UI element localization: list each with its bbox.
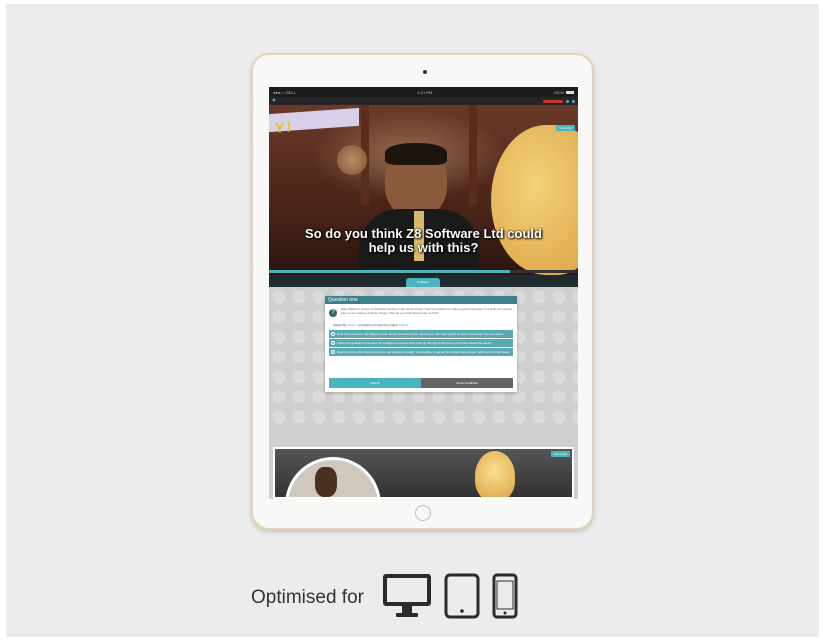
heart-icon[interactable]: ♥ xyxy=(272,98,276,104)
settings-icon[interactable] xyxy=(572,99,575,103)
subtitle-line-2: help us with this? xyxy=(368,240,479,255)
question-body: ? After William's review of Novanta's Ar… xyxy=(325,304,517,360)
battery-icon xyxy=(566,90,574,94)
page-panel: ●●●○○ BELL 4:21 PM 100% ♥ Y! Transcript … xyxy=(6,4,819,637)
lives-progress-bar xyxy=(543,99,563,103)
question-prompt: Select the answer you think is correct t… xyxy=(333,323,513,327)
answer-option[interactable]: Gina they someone has diligence and ask … xyxy=(329,330,513,338)
collapse-tab[interactable]: Collapse xyxy=(406,278,440,287)
party-banner-text: Y! xyxy=(275,118,293,136)
radio-button[interactable] xyxy=(331,350,335,354)
video-pillar xyxy=(469,105,477,205)
video-timeline[interactable] xyxy=(269,270,578,273)
prompt-prefix: Select the xyxy=(333,323,347,327)
portrait-character xyxy=(315,467,337,497)
show-feedback-button[interactable]: Show Feedback xyxy=(421,378,513,388)
secondary-transcript-badge[interactable]: Transcript xyxy=(550,451,570,457)
tablet-camera xyxy=(423,70,427,74)
secondary-video[interactable]: Transcript xyxy=(273,447,574,499)
answer-option[interactable]: Reach and give the client some time and … xyxy=(329,348,513,356)
battery-percent: 100% xyxy=(553,89,564,95)
background-crowd xyxy=(337,145,367,175)
blond-character xyxy=(475,451,515,497)
tablet-frame: ●●●○○ BELL 4:21 PM 100% ♥ Y! Transcript … xyxy=(251,53,594,530)
carrier-label: ●●●○○ BELL xyxy=(273,89,296,95)
mobile-icon xyxy=(492,573,518,624)
tablet-home-button xyxy=(415,505,431,521)
optimised-label: Optimised for xyxy=(251,587,364,608)
radio-button[interactable] xyxy=(331,332,335,336)
answer-option-text: Follow the guideline procedure for a dil… xyxy=(337,341,492,345)
toolbar-controls xyxy=(543,99,575,103)
question-card: Question one ? After William's review of… xyxy=(325,296,517,392)
scenario-video[interactable]: Y! Transcript So do you think Z8 Softwar… xyxy=(269,105,578,275)
answer-option[interactable]: Follow the guideline procedure for a dil… xyxy=(329,339,513,347)
question-title: Question one xyxy=(325,296,517,304)
volume-icon[interactable] xyxy=(566,99,569,103)
quiz-buttons: Submit Show Feedback xyxy=(329,378,513,388)
subtitle-line-1: So do you think Z8 Software Ltd could xyxy=(305,226,542,241)
answer-option-text: Reach and give the client some time and … xyxy=(337,350,509,354)
app-toolbar: ♥ xyxy=(269,97,578,105)
ios-status-bar: ●●●○○ BELL 4:21 PM 100% xyxy=(269,87,578,97)
tablet-icon xyxy=(444,573,480,624)
status-time: 4:21 PM xyxy=(417,89,433,95)
transcript-badge[interactable]: Transcript xyxy=(555,125,575,131)
submit-button[interactable]: Submit xyxy=(329,378,421,388)
prompt-answer-link: answer xyxy=(347,323,357,327)
question-text: After William's review of Novanta's Arch… xyxy=(341,307,512,315)
question-icon: ? xyxy=(329,309,337,317)
quiz-area: Question one ? After William's review of… xyxy=(269,287,578,427)
optimised-footer: Optimised for xyxy=(251,573,530,624)
section-divider: Collapse xyxy=(269,275,578,287)
answer-option-text: Gina they someone has diligence and ask … xyxy=(337,332,505,336)
video-subtitle: So do you think Z8 Software Ltd could he… xyxy=(269,227,578,255)
timeline-progress xyxy=(269,270,511,273)
prompt-suffix: you think is correct then select xyxy=(357,323,399,327)
battery-indicator: 100% xyxy=(554,90,574,95)
prompt-submit-link: Submit xyxy=(398,323,409,327)
radio-button[interactable] xyxy=(331,341,335,345)
tablet-screen: ●●●○○ BELL 4:21 PM 100% ♥ Y! Transcript … xyxy=(269,87,578,499)
character-hair xyxy=(385,143,447,165)
desktop-icon xyxy=(382,573,432,624)
